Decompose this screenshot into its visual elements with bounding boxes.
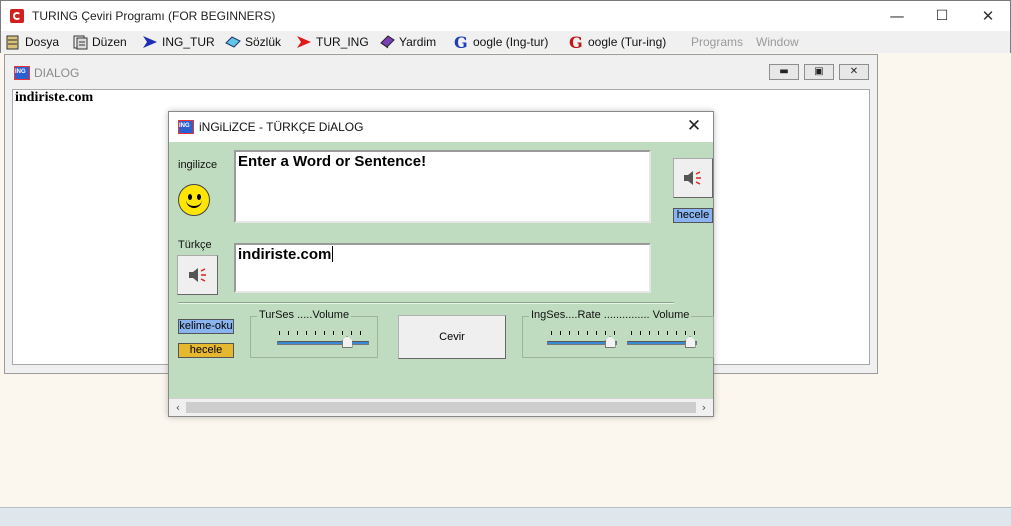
menu-tur-ing-label: TUR_ING [316, 35, 369, 49]
english-text-area[interactable]: Enter a Word or Sentence! [234, 150, 651, 223]
menu-dosya[interactable]: Dosya [5, 33, 59, 51]
speaker-icon [188, 268, 206, 282]
edit-notes-icon [72, 34, 88, 50]
turkish-text: indiriste.com [238, 246, 332, 263]
menu-sozluk-label: Sözlük [245, 35, 282, 49]
ing-volume-ticks [631, 331, 695, 335]
app-titlebar: TURING Çeviri Programı (FOR BEGINNERS) —… [0, 0, 1011, 31]
tur-volume-ticks [279, 331, 369, 335]
book-icon [379, 34, 395, 50]
turkish-label: Türkçe [178, 239, 212, 251]
menu-programs[interactable]: Programs [691, 33, 743, 51]
menu-window[interactable]: Window [756, 33, 799, 51]
menu-sozluk[interactable]: Sözlük [225, 33, 281, 51]
menu-tur-ing[interactable]: TUR_ING [296, 33, 369, 51]
red-arrow-icon [296, 34, 312, 50]
english-text: Enter a Word or Sentence! [238, 153, 427, 170]
scroll-thumb[interactable] [186, 402, 696, 413]
smiley-icon [178, 184, 210, 216]
mdi-titlebar: DIALOG ▬ ▣ ✕ [5, 55, 877, 89]
status-bar [0, 507, 1011, 526]
tur-volume-track[interactable] [277, 341, 369, 345]
menu-google-ing-tur[interactable]: G oogle (Ing-tur) [453, 33, 549, 52]
ing-ses-group: IngSes....Rate ............... Volume [522, 309, 714, 358]
menu-duzen-label: Düzen [92, 35, 127, 49]
turkish-speak-button[interactable] [177, 255, 218, 295]
ing-rate-thumb[interactable] [604, 336, 616, 348]
tur-volume-thumb[interactable] [341, 336, 353, 348]
menu-google-ing-tur-label: oogle (Ing-tur) [473, 35, 549, 49]
blue-arrow-icon [142, 34, 158, 50]
app-title: TURING Çeviri Programı (FOR BEGINNERS) [32, 9, 276, 23]
english-speak-button[interactable] [673, 158, 713, 198]
cevir-button[interactable]: Cevir [398, 315, 506, 359]
menu-yardim[interactable]: Yardim [379, 33, 436, 51]
menu-duzen[interactable]: Düzen [72, 33, 127, 51]
menu-ing-tur[interactable]: ING_TUR [142, 33, 215, 51]
tur-ses-group: TurSes .....Volume [250, 309, 378, 358]
tur-ses-group-label: TurSes .....Volume [257, 309, 352, 321]
mdi-content-text: indiriste.com [15, 90, 94, 105]
turing-app-icon [10, 9, 24, 23]
mdi-minimize-button[interactable]: ▬ [769, 64, 799, 80]
mdi-restore-button[interactable]: ▣ [804, 64, 834, 80]
menu-dosya-label: Dosya [25, 35, 60, 49]
speaker-icon [684, 171, 701, 185]
ing-icon [14, 66, 30, 80]
ing-volume-thumb[interactable] [684, 336, 696, 348]
dialog-title: iNGiLiZCE - TÜRKÇE DiALOG [199, 120, 364, 134]
menu-google-tur-ing-label: oogle (Tur-ing) [588, 35, 667, 49]
scroll-left-arrow-icon[interactable]: ‹ [170, 400, 186, 416]
translation-dialog: iNGiLiZCE - TÜRKÇE DiALOG ✕ ingilizce En… [168, 111, 714, 417]
turkish-text-area[interactable]: indiriste.com [234, 243, 651, 293]
mdi-close-button[interactable]: ✕ [839, 64, 869, 80]
menubar: Dosya Düzen ING_TUR Sözlük TUR_ING Yardi… [0, 31, 1011, 53]
ing-icon [178, 120, 194, 134]
hecele-bottom-button[interactable]: hecele [178, 343, 234, 358]
separator [178, 302, 674, 304]
text-cursor [332, 246, 334, 262]
eraser-icon [225, 34, 241, 50]
kelime-oku-button[interactable]: kelime-oku [178, 319, 234, 334]
dialog-titlebar: iNGiLiZCE - TÜRKÇE DiALOG ✕ [169, 112, 713, 142]
close-button[interactable]: ✕ [965, 1, 1011, 31]
menu-yardim-label: Yardim [399, 35, 437, 49]
maximize-button[interactable]: ☐ [919, 1, 965, 31]
file-cabinet-icon [5, 34, 21, 50]
dialog-close-button[interactable]: ✕ [683, 115, 705, 137]
horizontal-scrollbar[interactable]: ‹ › [169, 398, 713, 416]
menu-ing-tur-label: ING_TUR [162, 35, 215, 49]
english-label: ingilizce [178, 159, 218, 171]
hecele-top-button[interactable]: hecele [673, 208, 713, 223]
svg-text:G: G [569, 34, 583, 50]
ing-ses-group-label: IngSes....Rate ............... Volume [529, 309, 692, 321]
svg-text:G: G [454, 34, 468, 50]
google-g-red-icon: G [568, 33, 584, 52]
menu-google-tur-ing[interactable]: G oogle (Tur-ing) [568, 33, 667, 52]
google-g-blue-icon: G [453, 33, 469, 52]
scroll-right-arrow-icon[interactable]: › [696, 400, 712, 416]
minimize-button[interactable]: — [874, 1, 920, 31]
ing-rate-ticks [551, 331, 615, 335]
mdi-title: DIALOG [34, 66, 80, 80]
